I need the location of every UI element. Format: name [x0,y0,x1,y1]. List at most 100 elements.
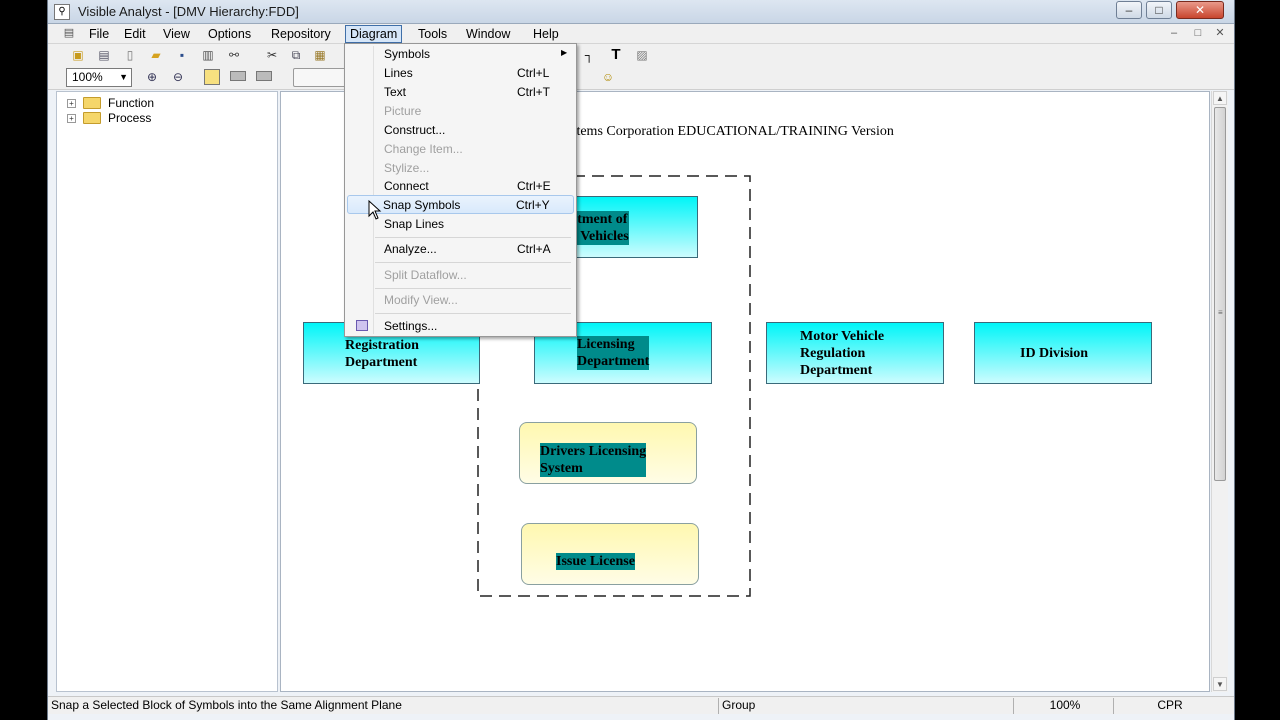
menu-separator [375,313,571,314]
window-title: Visible Analyst - [DMV Hierarchy:FDD] [78,4,299,19]
folder-icon [83,112,101,124]
expand-icon[interactable]: + [67,99,76,108]
submenu-arrow-icon: ▶ [561,48,568,57]
paste-icon[interactable]: ▦ [312,47,328,63]
node-label: Issue License [556,553,635,570]
view-mode-1-icon[interactable] [204,69,220,85]
zoom-in-icon[interactable]: ⊕ [144,69,160,85]
maximize-button[interactable]: □ [1146,1,1172,19]
view-mode-3-icon[interactable] [256,71,272,81]
menu-window[interactable]: Window [462,26,514,42]
menu-item-construct[interactable]: Construct... [347,121,574,139]
mdi-minimize-button[interactable]: – [1167,27,1181,41]
view-mode-2-icon[interactable] [230,71,246,81]
print-icon[interactable]: ▥ [200,47,216,63]
properties-icon[interactable]: ▤ [96,47,112,63]
menu-options[interactable]: Options [204,26,255,42]
menu-view[interactable]: View [159,26,194,42]
grip-icon: ≡ [1218,308,1223,317]
smiley-icon[interactable]: ☺ [600,69,616,85]
find-icon[interactable]: ⚯ [226,47,242,63]
node-label: Drivers Licensing System [540,443,647,477]
application-window: ⚲ Visible Analyst - [DMV Hierarchy:FDD] … [47,0,1235,720]
node-label: Motor Vehicle Regulation Department [800,329,885,378]
vertical-scrollbar[interactable]: ▲ ≡ ▼ [1211,91,1228,692]
zoom-select[interactable]: 100% ▼ [66,68,132,87]
repository-tree: + Function + Process [56,91,278,692]
folder-icon [83,97,101,109]
menu-item-shortcut: Ctrl+E [517,179,551,193]
menu-item-label: Snap Lines [384,217,445,231]
diagram-menu-dropdown: Symbols ▶ Lines Ctrl+L Text Ctrl+T Pictu… [344,43,577,337]
open-repository-icon[interactable]: ▣ [70,47,86,63]
tree-label: Process [108,111,152,125]
save-icon[interactable]: ▪ [174,47,190,63]
scroll-up-icon[interactable]: ▲ [1213,91,1227,105]
title-bar: ⚲ Visible Analyst - [DMV Hierarchy:FDD] … [48,0,1234,24]
status-indicator: CPR [1113,698,1223,714]
menu-item-text[interactable]: Text Ctrl+T [347,83,574,101]
status-bar: Snap a Selected Block of Symbols into th… [48,696,1234,714]
zoom-value: 100% [72,70,103,84]
text-tool-icon[interactable]: T [608,47,624,63]
menu-item-label: Symbols [384,47,431,61]
menu-item-label: Lines [384,66,413,80]
copy-icon[interactable]: ⧉ [288,47,304,63]
menu-item-change-item: Change Item... [347,140,574,158]
new-icon[interactable]: ▯ [122,47,138,63]
menu-item-label: Construct... [384,123,446,137]
mouse-cursor-icon [368,200,382,220]
menu-item-label: Analyze... [384,242,437,256]
menu-item-label: Stylize... [384,161,430,175]
status-mode: Group [718,698,1013,714]
node-issue-license[interactable]: Issue License [521,523,699,585]
zoom-out-icon[interactable]: ⊖ [170,69,186,85]
menu-help[interactable]: Help [529,26,563,42]
scroll-down-icon[interactable]: ▼ [1213,677,1227,691]
minimize-button[interactable]: – [1116,1,1142,19]
status-zoom: 100% [1013,698,1113,714]
tree-label: Function [108,96,155,110]
node-motor-vehicle-regulation[interactable]: Motor Vehicle Regulation Department [766,322,944,384]
menu-bar: ▤ File Edit View Options Repository Diag… [48,24,1234,44]
menu-item-shortcut: Ctrl+Y [516,198,550,212]
menu-file[interactable]: File [85,26,113,42]
menu-repository[interactable]: Repository [267,26,335,42]
expand-icon[interactable]: + [67,114,76,123]
app-icon[interactable]: ⚲ [54,4,70,20]
close-button[interactable]: ✕ [1176,1,1224,19]
menu-item-settings[interactable]: Settings... [347,317,574,335]
cut-icon[interactable]: ✂ [264,47,280,63]
menu-item-label: Modify View... [384,293,458,307]
open-folder-icon[interactable]: ▰ [148,47,164,63]
menu-item-label: Text [384,85,407,99]
diagram-toolbar: 100% ▼ ⊕ ⊖ ☺ [48,66,1234,90]
menu-separator [375,288,571,289]
node-drivers-licensing-system[interactable]: Drivers Licensing System [519,422,697,484]
menu-separator [375,262,571,263]
menu-item-label: Connect [384,179,429,193]
menu-item-lines[interactable]: Lines Ctrl+L [347,64,574,82]
menu-item-connect[interactable]: Connect Ctrl+E [347,177,574,195]
node-label: Registration Department [345,338,419,370]
menu-item-analyze[interactable]: Analyze... Ctrl+A [347,240,574,258]
menu-item-label: Split Dataflow... [384,268,467,282]
menu-edit[interactable]: Edit [120,26,150,42]
menu-item-shortcut: Ctrl+A [517,242,551,256]
menu-item-symbols[interactable]: Symbols ▶ [347,45,574,63]
node-label: ID Division [1020,346,1089,361]
line-tool-icon[interactable]: ┐ [581,47,597,63]
mdi-restore-button[interactable]: □ [1191,27,1205,41]
settings-icon [356,320,368,331]
menu-tools[interactable]: Tools [414,26,451,42]
picture-tool-icon[interactable]: ▨ [634,47,650,63]
mdi-close-button[interactable]: ✕ [1213,27,1227,41]
menu-item-shortcut: Ctrl+T [517,85,550,99]
node-id-division[interactable]: ID Division [974,322,1152,384]
menu-item-split-dataflow: Split Dataflow... [347,266,574,284]
document-icon[interactable]: ▤ [62,27,76,41]
menu-item-label: Change Item... [384,142,463,156]
menu-diagram[interactable]: Diagram [345,25,403,43]
menu-item-label: Snap Symbols [383,198,461,212]
scroll-thumb[interactable]: ≡ [1214,107,1226,481]
